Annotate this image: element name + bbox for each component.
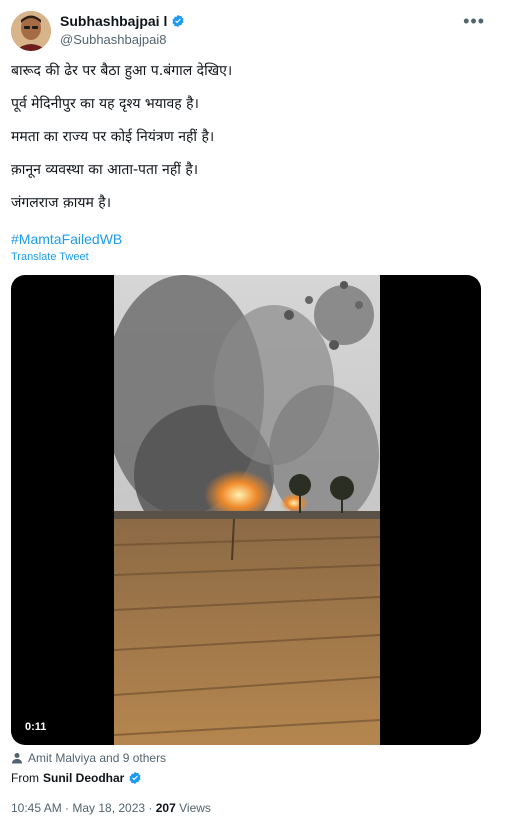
social-context[interactable]: Amit Malviya and 9 others xyxy=(11,751,166,765)
from-label: From xyxy=(11,771,39,785)
timestamp[interactable]: 10:45 AM · May 18, 2023 · xyxy=(11,801,156,815)
translate-tweet-link[interactable]: Translate Tweet xyxy=(11,251,89,263)
tweet-line: बारूद की ढेर पर बैठा हुआ प.बंगाल देखिए। xyxy=(11,63,233,79)
tweet-line: क़ानून व्यवस्था का आता-पता नहीं है। xyxy=(11,162,199,178)
tweet-card: Subhashbajpai l @Subhashbajpai8 ••• बारू… xyxy=(0,0,515,838)
tweet-line: ममता का राज्य पर कोई नियंत्रण नहीं है। xyxy=(11,129,215,145)
retweet-source: From Sunil Deodhar xyxy=(11,771,142,785)
more-horizontal-icon[interactable]: ••• xyxy=(463,11,485,32)
author-handle[interactable]: @Subhashbajpai8 xyxy=(60,32,185,47)
verified-badge-icon xyxy=(172,14,184,28)
video-frame xyxy=(114,275,380,745)
verified-badge-icon xyxy=(129,771,141,785)
tweet-line: पूर्व मेदिनीपुर का यह दृश्य भयावह है। xyxy=(11,96,199,112)
video-player[interactable]: 0:11 xyxy=(11,275,481,745)
person-icon xyxy=(12,753,22,764)
author-display-name[interactable]: Subhashbajpai l xyxy=(60,13,167,29)
views-count: 207 xyxy=(155,801,176,815)
hashtag-link[interactable]: #MamtaFailedWB xyxy=(11,231,122,247)
tweet-text: बारूद की ढेर पर बैठा हुआ प.बंगाल देखिए। … xyxy=(11,62,491,227)
social-context-text: Amit Malviya and 9 others xyxy=(28,751,167,765)
tweet-meta: 10:45 AM · May 18, 2023 · 207 Views xyxy=(11,801,211,815)
retweet-source-name[interactable]: Sunil Deodhar xyxy=(43,771,124,785)
views-label: Views xyxy=(175,801,211,815)
video-duration: 0:11 xyxy=(25,721,47,733)
tweet-header: Subhashbajpai l @Subhashbajpai8 xyxy=(60,13,185,47)
avatar[interactable] xyxy=(11,11,51,51)
tweet-line: जंगलराज क़ायम है। xyxy=(11,195,112,211)
